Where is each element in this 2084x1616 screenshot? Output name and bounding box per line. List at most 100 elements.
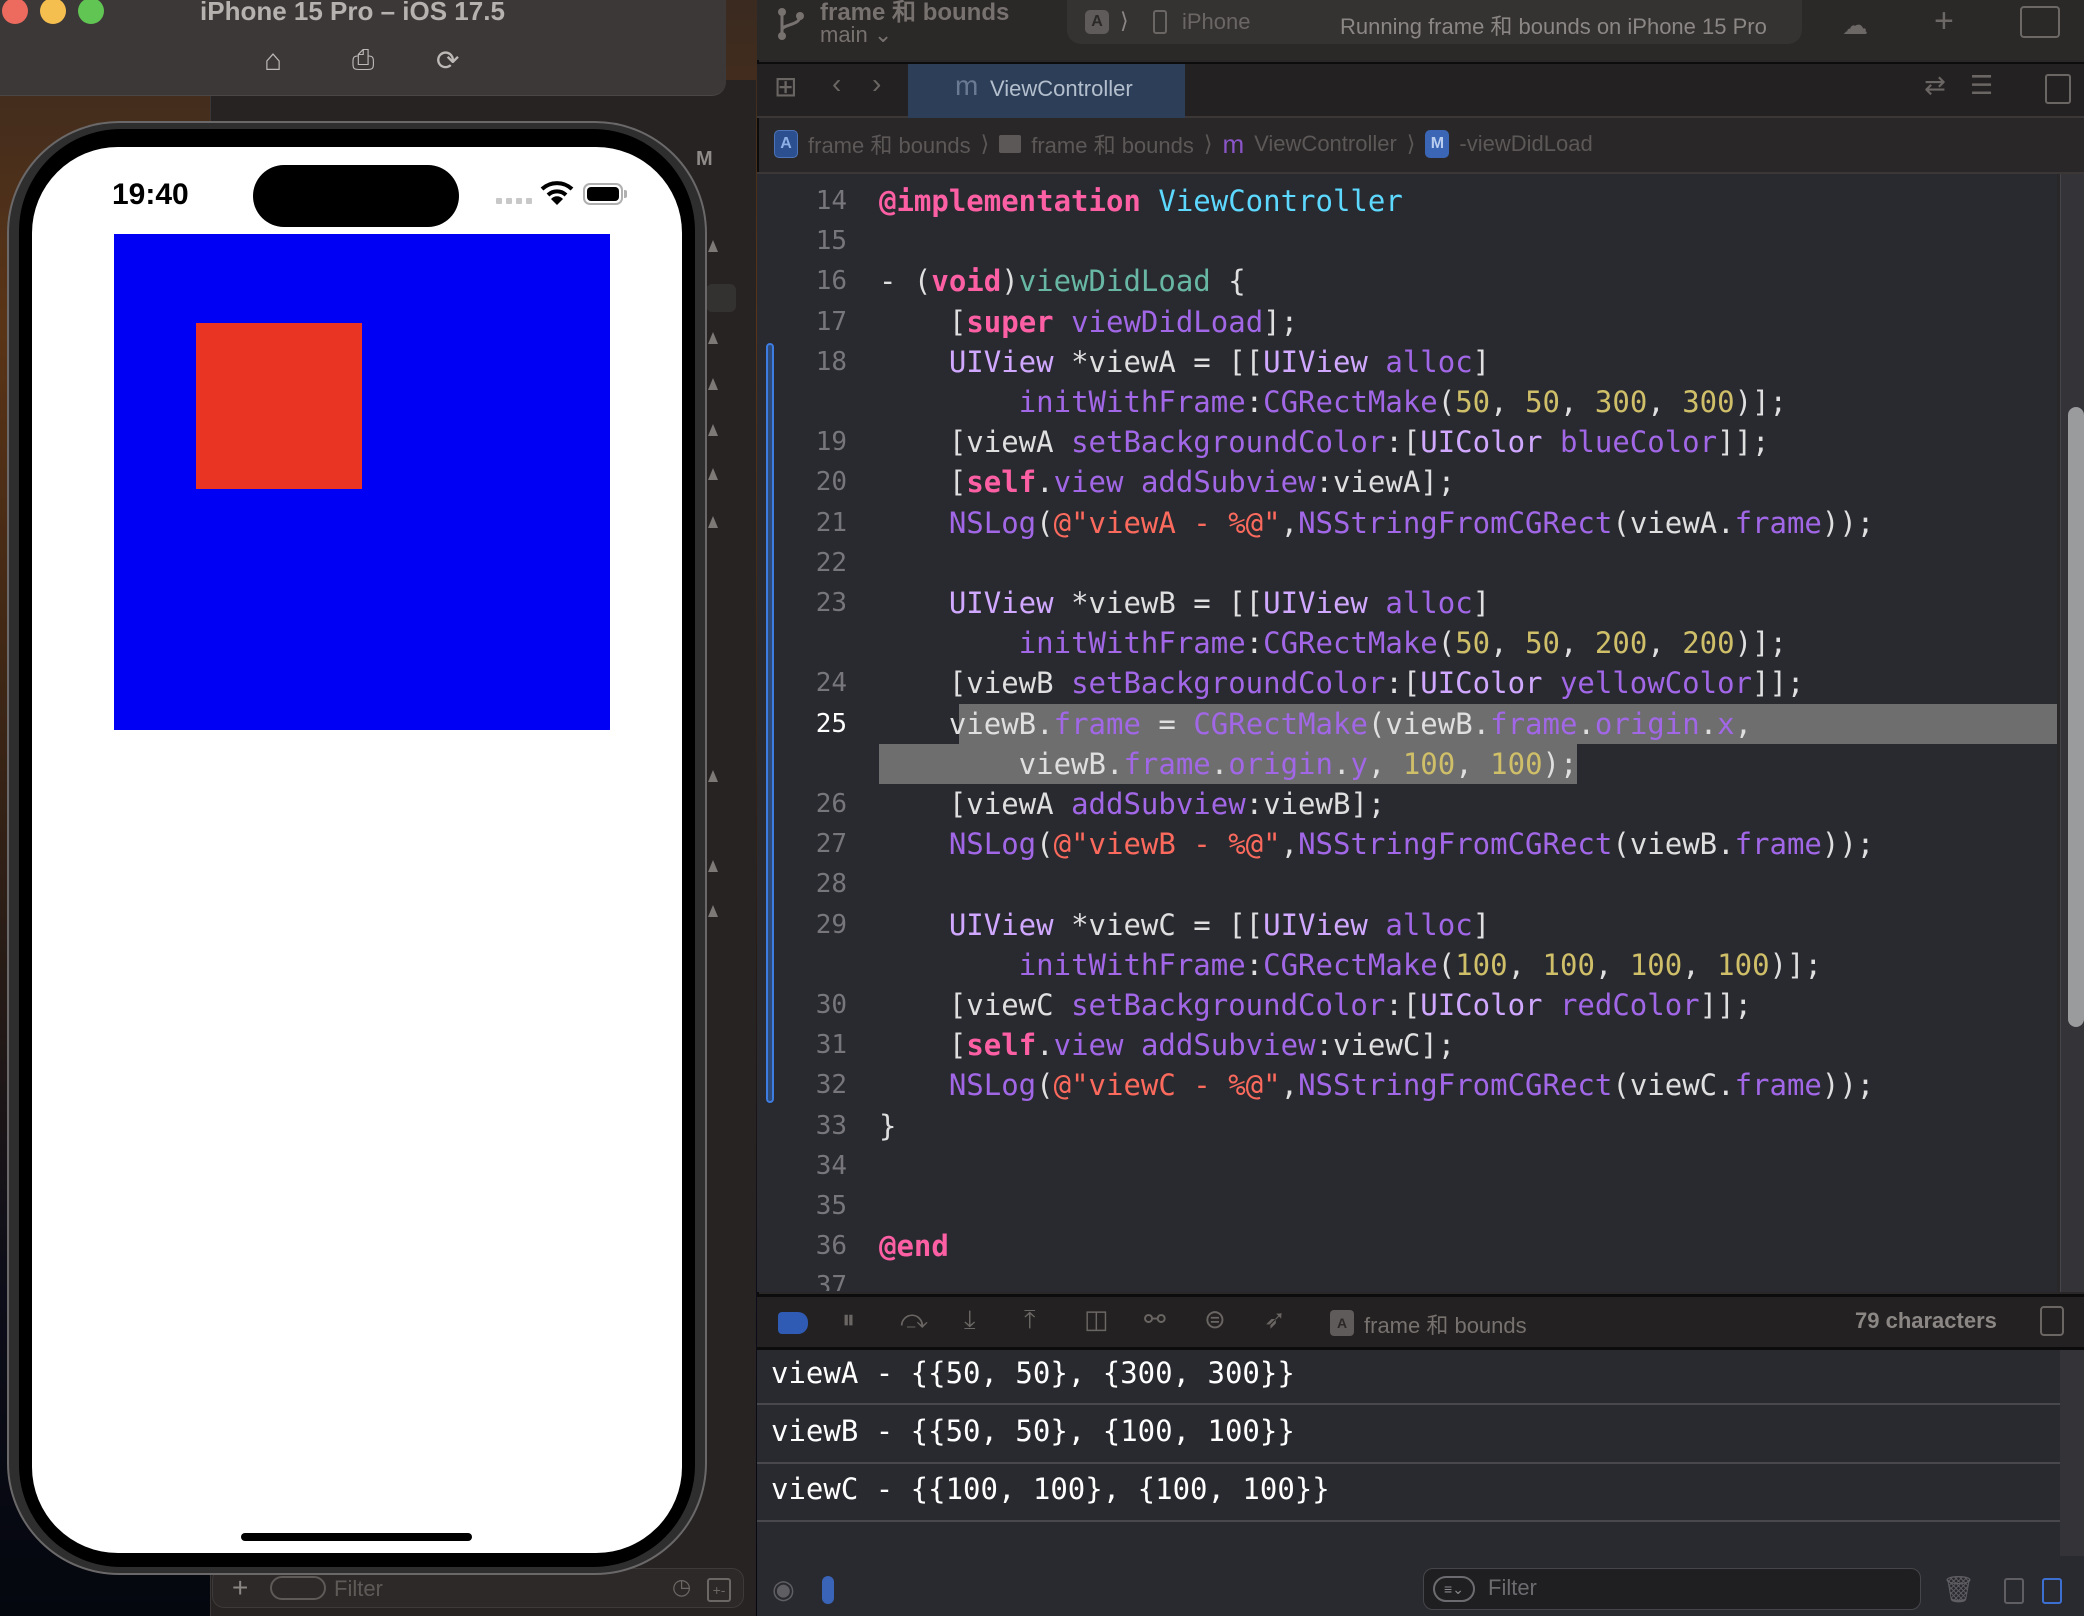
line-number: 23	[815, 588, 847, 618]
show-variables-panel-icon[interactable]	[2004, 1578, 2024, 1604]
inspector-toggle-icon[interactable]	[2020, 6, 2060, 38]
home-indicator[interactable]	[241, 1533, 472, 1541]
code-line[interactable]: 14 @implementation ViewController	[757, 181, 2057, 221]
hide-debug-area-icon[interactable]	[2040, 1306, 2064, 1336]
app-target-icon[interactable]: A	[1085, 10, 1109, 34]
source-control-filter-icon[interactable]: +-	[707, 1578, 731, 1602]
code-line[interactable]: 24 [viewB setBackgroundColor:[UIColor ye…	[757, 663, 2057, 703]
swap-icon[interactable]: ⇄	[1924, 70, 1946, 101]
code-line[interactable]: 23 UIView *viewB = [[UIView alloc]	[757, 583, 2057, 623]
disclosure-triangle-icon[interactable]	[708, 860, 718, 872]
debug-target[interactable]: frame 和 bounds	[1364, 1308, 1527, 1340]
screenshot-icon[interactable]: ⎙	[352, 44, 374, 77]
step-over-icon[interactable]: ⤼	[900, 1304, 928, 1336]
code-line[interactable]: 19 [viewA setBackgroundColor:[UIColor bl…	[757, 422, 2057, 462]
code-token: frame	[1123, 746, 1211, 781]
code-line[interactable]: 34	[757, 1146, 2057, 1186]
related-items-grid-icon[interactable]: ⊞	[774, 70, 797, 103]
environment-overrides-icon[interactable]: ⊜	[1204, 1304, 1226, 1335]
code-line[interactable]: 21 NSLog(@"viewA - %@",NSStringFromCGRec…	[757, 503, 2057, 543]
disclosure-triangle-icon[interactable]	[708, 905, 718, 917]
code-line[interactable]: 18 UIView *viewA = [[UIView alloc]	[757, 342, 2057, 382]
breadcrumb-project[interactable]: frame 和 bounds	[808, 128, 971, 160]
code-line[interactable]: 16 - (void)viewDidLoad {	[757, 261, 2057, 301]
disclosure-triangle-icon[interactable]	[708, 240, 718, 252]
console-filter-input[interactable]: Filter	[1488, 1575, 1537, 1601]
disclosure-triangle-icon[interactable]	[708, 516, 718, 528]
code-token: void	[931, 264, 1002, 299]
code-line[interactable]: 25 viewB.frame = CGRectMake(viewB.frame.…	[757, 703, 2057, 744]
code-line[interactable]: initWithFrame:CGRectMake(100, 100, 100, …	[757, 945, 2057, 985]
code-text: NSLog(@"viewC - %@",NSStringFromCGRect(v…	[879, 1065, 1874, 1105]
filter-options-icon[interactable]	[270, 1576, 326, 1600]
code-line[interactable]: initWithFrame:CGRectMake(50, 50, 300, 30…	[757, 382, 2057, 422]
add-file-button[interactable]: +	[232, 1572, 248, 1604]
add-editor-icon[interactable]	[2045, 74, 2071, 104]
line-number: 35	[815, 1191, 847, 1221]
line-number: 20	[815, 467, 847, 498]
code-line[interactable]: 20 [self.view addSubview:viewA];	[757, 462, 2057, 502]
view-hierarchy-icon[interactable]: ◫	[1084, 1304, 1109, 1335]
disclosure-triangle-icon[interactable]	[708, 332, 718, 344]
breadcrumb-method[interactable]: -viewDidLoad	[1459, 131, 1592, 157]
home-icon[interactable]: ⌂	[264, 44, 282, 78]
editor-options-icon[interactable]: ☰	[1970, 70, 1993, 101]
breadcrumb-group[interactable]: frame 和 bounds	[1031, 128, 1194, 160]
console-scrollbar[interactable]	[2060, 1350, 2084, 1558]
code-token: blueColor	[1559, 425, 1718, 460]
memory-graph-icon[interactable]: ⚯	[1144, 1304, 1166, 1335]
code-line[interactable]: 35	[757, 1186, 2057, 1226]
disclosure-triangle-icon[interactable]	[708, 468, 718, 480]
code-token: .	[1036, 465, 1054, 500]
code-token: origin	[1594, 706, 1700, 741]
code-line[interactable]: 15	[757, 221, 2057, 261]
pause-icon[interactable]: ⏸	[842, 1304, 855, 1336]
forward-chevron-icon[interactable]: ›	[872, 68, 881, 100]
signal-icon	[496, 198, 532, 204]
code-line[interactable]: initWithFrame:CGRectMake(50, 50, 200, 20…	[757, 623, 2057, 663]
breadcrumb-file[interactable]: ViewController	[1254, 131, 1397, 157]
code-line[interactable]: 28	[757, 864, 2057, 904]
trash-icon[interactable]: 🗑	[1942, 1574, 1975, 1605]
filter-options-icon[interactable]: ≡⌄	[1433, 1576, 1475, 1602]
code-line[interactable]: 29 UIView *viewC = [[UIView alloc]	[757, 905, 2057, 945]
library-plus-button[interactable]: +	[1934, 2, 1954, 41]
code-line[interactable]: 32 NSLog(@"viewC - %@",NSStringFromCGRec…	[757, 1065, 2057, 1105]
variables-view-toggle-icon[interactable]	[822, 1576, 834, 1604]
recent-files-icon[interactable]: ◷	[672, 1574, 691, 1600]
line-number: 28	[815, 869, 847, 900]
navigator-filter-input[interactable]: Filter	[334, 1576, 383, 1602]
code-line[interactable]: 26 [viewA addSubview:viewB];	[757, 784, 2057, 824]
run-destination[interactable]: iPhone	[1182, 9, 1251, 35]
eye-icon[interactable]: ◉	[772, 1574, 795, 1605]
code-token: 100	[1629, 947, 1683, 982]
simulate-location-icon[interactable]: ➶	[1264, 1304, 1286, 1335]
xcode-cloud-icon[interactable]: ☁	[1842, 10, 1868, 41]
code-text: UIView *viewC = [[UIView alloc]	[879, 905, 1490, 945]
code-line[interactable]: 22	[757, 543, 2057, 583]
code-token: (	[1036, 1068, 1054, 1103]
step-into-icon[interactable]: ⤓	[964, 1304, 976, 1336]
code-line[interactable]: 17 [super viewDidLoad];	[757, 302, 2057, 342]
rotate-icon[interactable]: ⟳	[436, 44, 459, 77]
disclosure-triangle-icon[interactable]	[708, 378, 718, 390]
code-line[interactable]: 31 [self.view addSubview:viewC];	[757, 1025, 2057, 1065]
step-out-icon[interactable]: ⤒	[1024, 1304, 1036, 1336]
code-token: viewDidLoad	[1018, 264, 1211, 299]
disclosure-triangle-icon[interactable]	[708, 770, 718, 782]
show-console-panel-icon[interactable]	[2042, 1578, 2062, 1604]
code-line[interactable]: 27 NSLog(@"viewB - %@",NSStringFromCGRec…	[757, 824, 2057, 864]
code-line[interactable]: 37	[757, 1266, 2057, 1291]
code-line[interactable]: 36 @end	[757, 1226, 2057, 1266]
code-lines[interactable]: 14 @implementation ViewController 15 16- (v…	[757, 181, 2057, 1291]
code-line[interactable]: 33}	[757, 1106, 2057, 1146]
disclosure-triangle-icon[interactable]	[708, 424, 718, 436]
code-line[interactable]: 30 [viewC setBackgroundColor:[UIColor re…	[757, 985, 2057, 1025]
back-chevron-icon[interactable]: ‹	[832, 68, 841, 100]
breakpoints-toggle-icon[interactable]	[778, 1312, 808, 1334]
editor-scrollbar-thumb[interactable]	[2068, 407, 2084, 1027]
selected-navigator-row[interactable]	[706, 284, 736, 312]
branch-selector[interactable]: main ⌄	[820, 22, 892, 48]
code-line[interactable]: viewB.frame.origin.y, 100, 100);	[757, 743, 2057, 784]
